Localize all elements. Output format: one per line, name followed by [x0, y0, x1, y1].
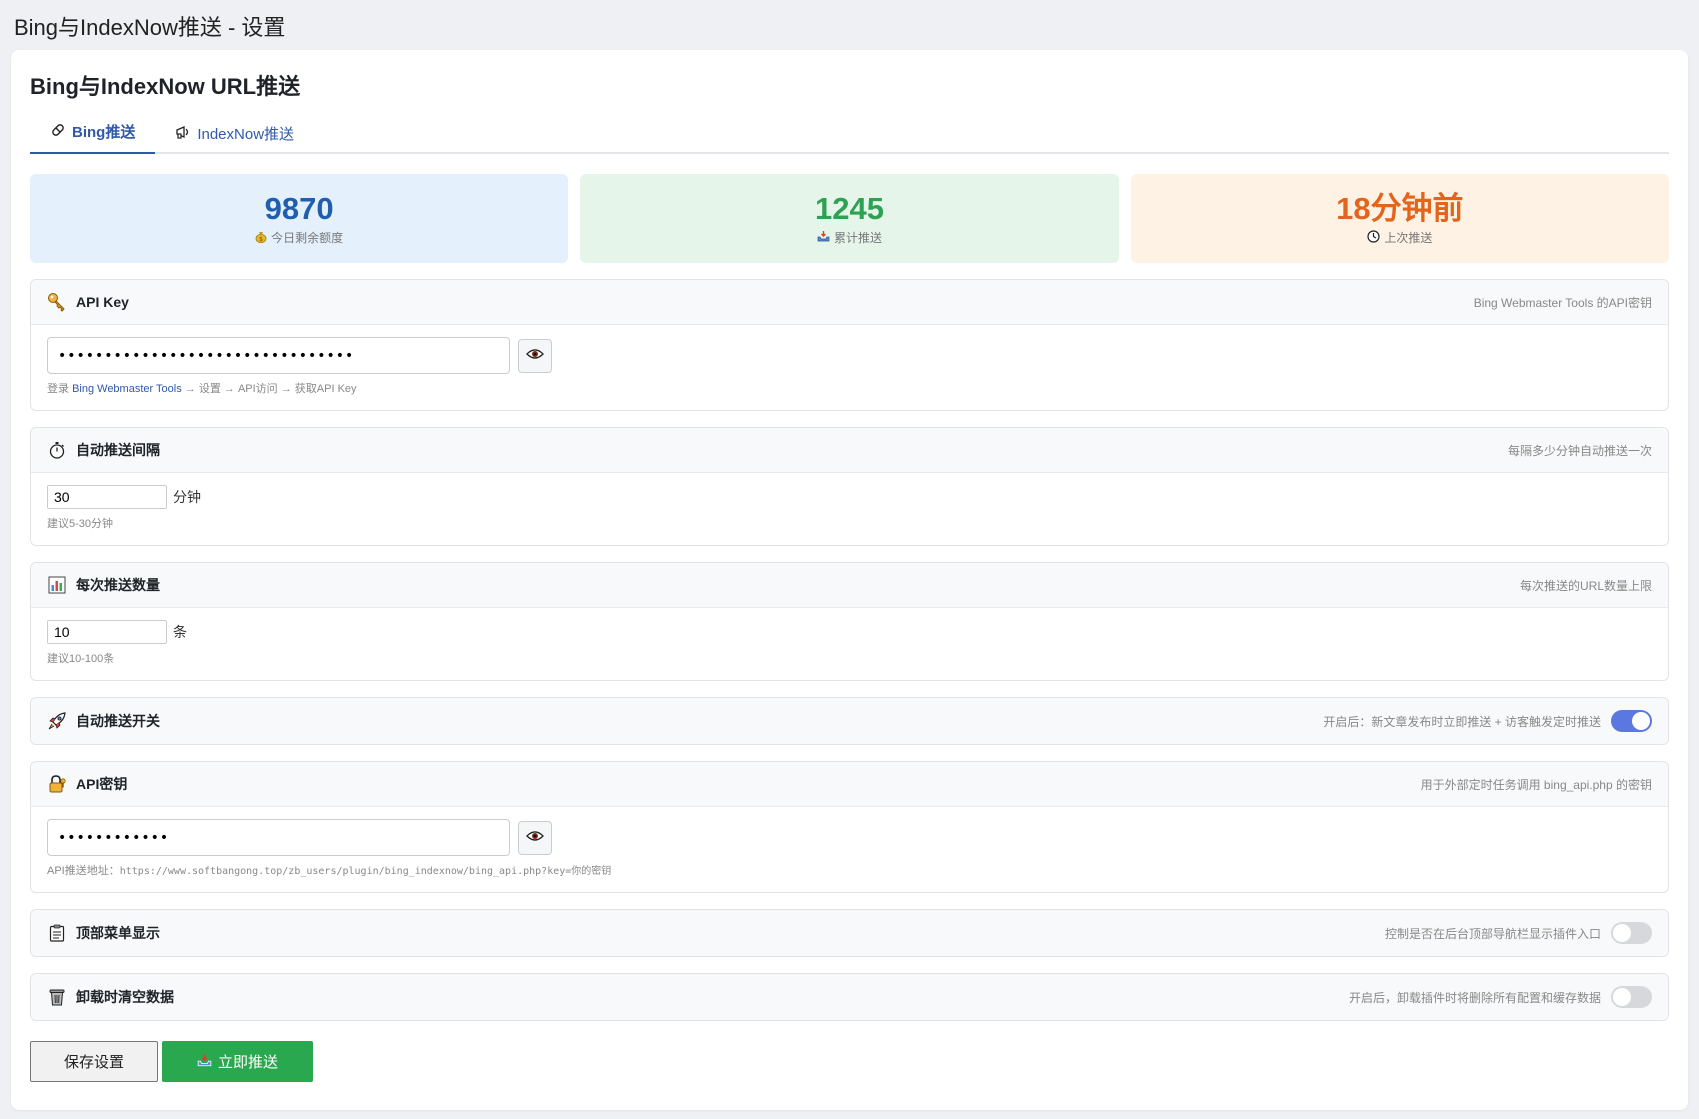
- interval-input[interactable]: [47, 485, 167, 509]
- stat-value: 1245: [815, 191, 884, 226]
- settings-card: Bing与IndexNow URL推送 Bing推送 IndexNow推送 98…: [11, 50, 1688, 1110]
- svg-text:$: $: [259, 236, 263, 243]
- eye-icon: [526, 830, 544, 845]
- api-secret-section: API密钥 用于外部定时任务调用 bing_api.php 的密钥 API推送地…: [30, 761, 1669, 893]
- push-now-label: 立即推送: [217, 1054, 278, 1071]
- stat-label: 上次推送: [1384, 231, 1433, 245]
- eye-icon: [526, 348, 544, 363]
- top-menu-title: 顶部菜单显示: [76, 925, 160, 941]
- inbox-tray-icon: [817, 230, 830, 245]
- uninstall-desc: 开启后，卸载插件时将删除所有配置和缓存数据: [1348, 990, 1601, 1005]
- toggle-secret-visibility-button[interactable]: [518, 820, 552, 855]
- money-bag-icon: $: [255, 230, 267, 246]
- interval-section: 自动推送间隔 每隔多少分钟自动推送一次 分钟 建议5-30分钟: [30, 427, 1669, 546]
- tab-indexnow[interactable]: IndexNow推送: [155, 123, 314, 154]
- card-title: Bing与IndexNow URL推送: [30, 74, 301, 99]
- auto-push-desc: 开启后：新文章发布时立即推送 + 访客触发定时推送: [1323, 714, 1601, 729]
- stat-remaining-quota: 9870 $ 今日剩余额度: [30, 174, 569, 263]
- tab-indexnow-label: IndexNow推送: [197, 126, 295, 143]
- api-push-url: https://www.softbangong.top/zb_users/plu…: [119, 866, 612, 877]
- interval-title: 自动推送间隔: [76, 442, 160, 458]
- stat-value: 9870: [264, 191, 334, 226]
- api-key-desc: Bing Webmaster Tools 的API密钥: [1473, 295, 1652, 310]
- push-now-button[interactable]: 立即推送: [162, 1041, 313, 1082]
- uninstall-toggle[interactable]: [1611, 986, 1652, 1008]
- key-icon: [47, 292, 67, 312]
- batch-section: 每次推送数量 每次推送的URL数量上限 条 建议10-100条: [30, 562, 1669, 681]
- lock-with-key-icon: [47, 774, 67, 794]
- api-secret-help: API推送地址：https://www.softbangong.top/zb_u…: [47, 865, 612, 877]
- batch-unit: 条: [173, 624, 187, 640]
- inbox-tray-icon: [197, 1053, 212, 1071]
- bing-webmaster-link[interactable]: Bing Webmaster Tools: [72, 383, 182, 395]
- uninstall-section: 卸载时清空数据 开启后，卸载插件时将删除所有配置和缓存数据: [30, 973, 1669, 1021]
- clipboard-icon: [47, 924, 67, 942]
- auto-push-toggle[interactable]: [1611, 710, 1652, 732]
- top-menu-desc: 控制是否在后台顶部导航栏显示插件入口: [1384, 926, 1601, 941]
- uninstall-title: 卸载时清空数据: [76, 989, 174, 1005]
- stopwatch-icon: [47, 441, 67, 459]
- stats-row: 9870 $ 今日剩余额度 1245 累计推送 18分钟前 上次推送: [30, 174, 1669, 263]
- pill-icon: [50, 122, 66, 142]
- tab-bing-label: Bing推送: [72, 124, 136, 141]
- batch-help: 建议10-100条: [47, 653, 115, 665]
- stat-value: 18分钟前: [1336, 191, 1464, 226]
- toggle-visibility-button[interactable]: [518, 338, 552, 373]
- api-secret-input[interactable]: [47, 819, 510, 856]
- api-key-section: API Key Bing Webmaster Tools 的API密钥 登录 B…: [30, 279, 1669, 411]
- action-bar: 保存设置 立即推送: [30, 1041, 1669, 1082]
- trash-can-icon: [47, 988, 67, 1006]
- api-key-help: 登录 Bing Webmaster Tools → 设置 → API访问 → 获…: [47, 383, 357, 395]
- bar-chart-icon: [47, 576, 67, 594]
- auto-push-title: 自动推送开关: [76, 713, 160, 729]
- rocket-icon: [47, 711, 67, 731]
- interval-desc: 每隔多少分钟自动推送一次: [1507, 443, 1652, 458]
- interval-help: 建议5-30分钟: [47, 518, 114, 530]
- stat-last-push: 18分钟前 上次推送: [1130, 174, 1669, 263]
- stat-label: 今日剩余额度: [271, 231, 344, 245]
- api-key-title: API Key: [76, 294, 129, 310]
- batch-input[interactable]: [47, 620, 167, 644]
- save-settings-button[interactable]: 保存设置: [30, 1041, 158, 1082]
- auto-push-section: 自动推送开关 开启后：新文章发布时立即推送 + 访客触发定时推送: [30, 697, 1669, 745]
- api-secret-title: API密钥: [76, 776, 128, 792]
- stat-total-pushed: 1245 累计推送: [580, 174, 1119, 263]
- clock-icon: [1367, 229, 1380, 246]
- stat-label: 累计推送: [833, 231, 882, 245]
- batch-desc: 每次推送的URL数量上限: [1519, 578, 1652, 593]
- page-title: Bing与IndexNow推送 - 设置: [14, 15, 286, 40]
- megaphone-icon: [175, 124, 191, 144]
- batch-title: 每次推送数量: [76, 577, 160, 593]
- top-menu-section: 顶部菜单显示 控制是否在后台顶部导航栏显示插件入口: [30, 909, 1669, 957]
- api-secret-desc: 用于外部定时任务调用 bing_api.php 的密钥: [1420, 777, 1652, 792]
- top-menu-toggle[interactable]: [1611, 922, 1652, 944]
- tab-bar: Bing推送 IndexNow推送: [30, 110, 1669, 154]
- interval-unit: 分钟: [173, 489, 201, 505]
- tab-bing[interactable]: Bing推送: [30, 121, 156, 154]
- api-key-input[interactable]: [47, 337, 510, 374]
